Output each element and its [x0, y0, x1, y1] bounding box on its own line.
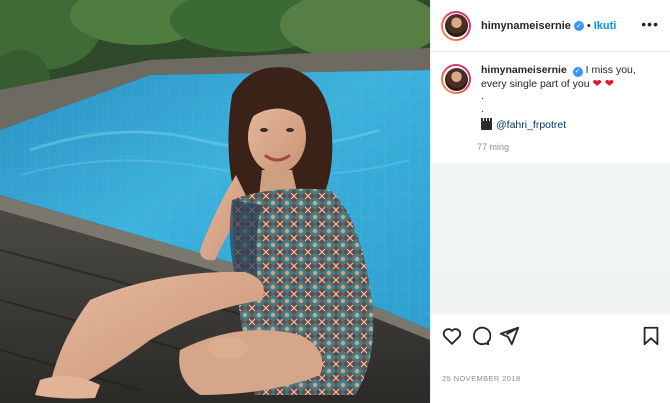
caption-verified-badge-icon: ✓ — [572, 66, 583, 77]
verified-badge-icon: ✓ — [573, 20, 584, 31]
caption-dot-line: . — [481, 103, 484, 115]
mention-link[interactable]: @fahri_frpotret — [496, 119, 566, 133]
avatar-image — [444, 14, 468, 37]
post-photo-image — [0, 0, 430, 403]
caption-avatar[interactable] — [441, 64, 471, 94]
clapperboard-icon — [481, 118, 492, 131]
post-header: himynameisernie ✓ • Ikuti ••• — [431, 0, 670, 52]
photo-credit: @fahri_frpotret — [481, 118, 661, 133]
more-options-icon[interactable]: ••• — [641, 17, 659, 31]
username-link[interactable]: himynameisernie — [481, 20, 571, 32]
like-heart-icon[interactable] — [441, 325, 463, 347]
heart-emoji-icon: ❤ ❤ — [592, 77, 614, 90]
time-ago: 77 ming — [477, 142, 510, 152]
caption-row: himynameisernie ✓ I miss you, every sing… — [441, 64, 663, 133]
separator-dot: • — [586, 19, 591, 32]
action-bar — [431, 314, 670, 356]
caption-avatar-image — [444, 67, 468, 91]
bookmark-icon[interactable] — [640, 325, 662, 347]
caption-dot-line: . — [481, 90, 484, 102]
post-date: 25 NOVEMBER 2018 — [442, 374, 521, 383]
paper-plane-icon[interactable] — [498, 325, 520, 347]
comment-bubble-icon[interactable] — [469, 325, 491, 347]
caption: himynameisernie ✓ I miss you, every sing… — [481, 64, 661, 133]
comments-area — [431, 163, 670, 313]
follow-button[interactable]: Ikuti — [594, 20, 617, 32]
avatar[interactable] — [441, 10, 471, 41]
post-photo[interactable] — [0, 0, 430, 403]
post-side-panel: himynameisernie ✓ • Ikuti ••• himynameis… — [430, 0, 670, 403]
caption-username-link[interactable]: himynameisernie — [481, 64, 567, 76]
